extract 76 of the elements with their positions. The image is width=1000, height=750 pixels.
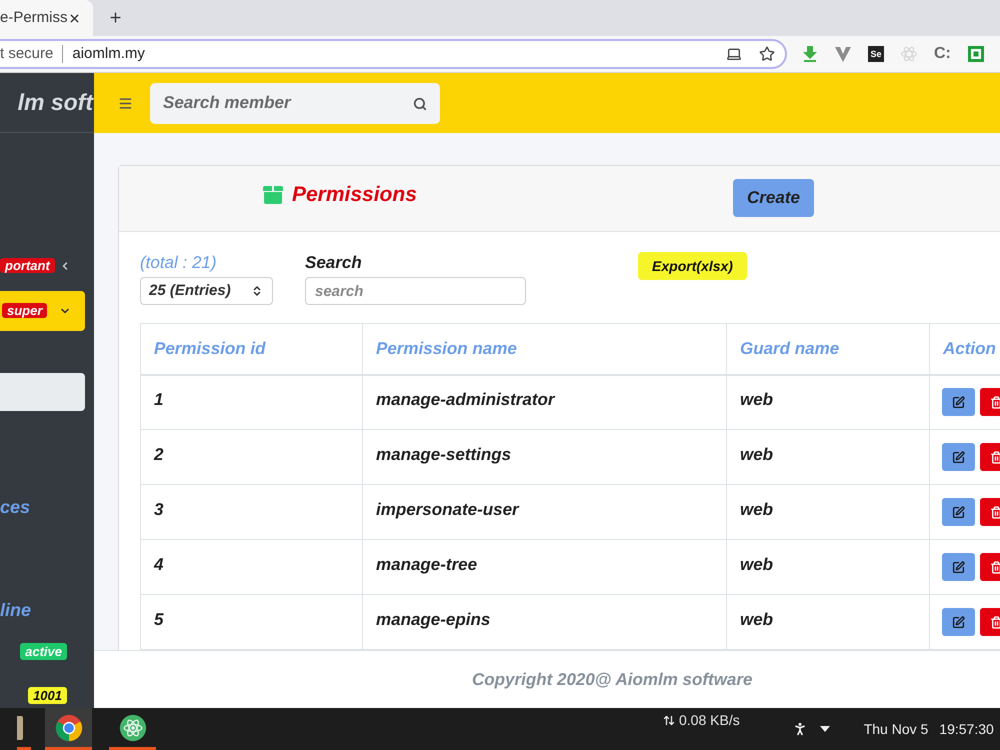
menu-icon[interactable] [118, 96, 133, 110]
close-icon[interactable] [68, 12, 81, 24]
network-speed: 0.08 KB/s [679, 711, 740, 730]
box-icon [263, 186, 283, 204]
download-arrow-icon[interactable] [802, 46, 818, 62]
laptop-icon[interactable] [726, 46, 742, 62]
round-logo-icon [54, 714, 82, 742]
sidebar-badge: 1001 [28, 687, 67, 704]
table-cell: web [740, 554, 774, 574]
column-header: Permission id [154, 338, 266, 358]
member-search-field[interactable]: Search member [150, 82, 440, 124]
trash-icon [990, 616, 1000, 628]
caret-down-icon[interactable] [820, 726, 830, 732]
table-cell: 4 [154, 554, 164, 574]
star-icon[interactable] [759, 46, 775, 62]
table-cell: manage-epins [376, 610, 490, 628]
search-field[interactable]: search [305, 277, 526, 305]
table-cell: manage-settings [376, 444, 512, 464]
sidebar-section-label: ces [0, 496, 30, 519]
page-title: Permissions [292, 182, 417, 208]
atom-icon [118, 714, 146, 742]
table-cell: web [740, 610, 774, 628]
browser-tab[interactable]: e-Permiss [0, 0, 93, 36]
sidebar-badge: portant [0, 258, 55, 273]
page-size-select[interactable]: 25 (Entries) [140, 277, 273, 305]
column-header: Permission name [376, 338, 517, 358]
trash-icon [990, 396, 1000, 409]
table-cell: 5 [154, 610, 164, 628]
trash-icon [990, 506, 1000, 518]
edit-icon [952, 450, 965, 464]
table-cell: 3 [154, 500, 164, 518]
edit-icon [952, 396, 965, 409]
footer-copyright: Copyright 2020@ Aiomlm software [472, 668, 752, 691]
table-cell: manage-tree [376, 554, 478, 574]
search-icon[interactable] [413, 96, 427, 110]
sidebar-badge: super [2, 303, 48, 318]
address-bar[interactable]: t secure aiomlm.my [0, 39, 787, 69]
total-count: (total : 21) [140, 252, 217, 274]
app-icon [17, 716, 23, 740]
column-header: Guard name [740, 338, 840, 358]
edit-icon [952, 616, 965, 628]
new-tab-icon[interactable] [108, 10, 123, 25]
table-cell: 2 [154, 444, 164, 464]
sidebar-menu-item[interactable]: portant [0, 246, 85, 286]
table-cell: 1 [154, 390, 164, 409]
extension-button[interactable]: C: [934, 45, 951, 63]
brand-title: lm soft [18, 88, 93, 118]
trash-icon [990, 450, 1000, 464]
framed-square-icon[interactable] [968, 46, 984, 62]
edit-button[interactable] [942, 553, 975, 581]
column-header: Action [943, 338, 996, 358]
trash-icon [990, 560, 1000, 574]
v-shape-icon[interactable] [835, 46, 851, 62]
create-button[interactable]: Create [733, 179, 814, 217]
edit-icon [952, 506, 965, 518]
table-cell: impersonate-user [376, 500, 519, 518]
sidebar-menu-item[interactable]: super [0, 291, 85, 331]
edit-button[interactable] [942, 443, 975, 471]
export-button[interactable]: Export(xlsx) [638, 252, 747, 280]
search-label: Search [305, 252, 362, 274]
clock-time: 19:57:30 [939, 720, 994, 738]
table-cell: web [740, 500, 774, 518]
sidebar-badge: active [20, 643, 67, 660]
edit-button[interactable] [942, 608, 975, 636]
table-cell: manage-administrator [376, 390, 555, 409]
edit-icon [952, 560, 965, 574]
table-cell: web [740, 390, 774, 409]
extension-button[interactable]: Se [868, 46, 884, 62]
clock-date: Thu Nov 5 [864, 720, 928, 738]
network-arrows-icon [663, 714, 675, 727]
table-cell: web [740, 444, 774, 464]
edit-button[interactable] [942, 498, 975, 526]
caret-icon [251, 285, 263, 297]
sidebar-section-label: line [0, 599, 32, 622]
edit-button[interactable] [942, 388, 975, 416]
taskbar-app-button[interactable] [45, 708, 92, 750]
